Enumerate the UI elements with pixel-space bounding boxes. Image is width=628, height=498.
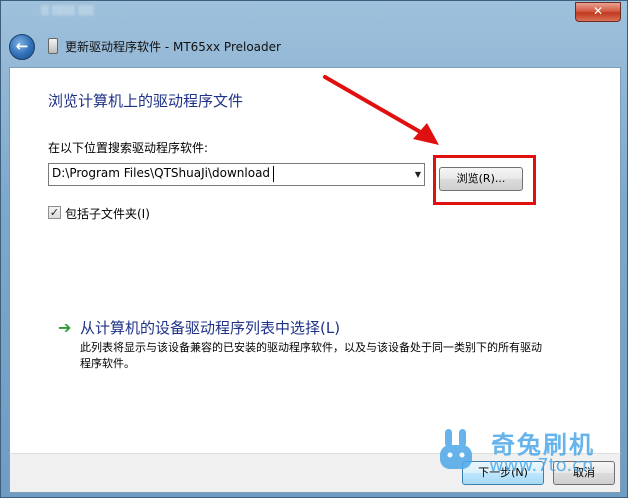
pick-from-list-description: 此列表将显示与该设备兼容的已安装的驱动程序软件，以及与该设备处于同一类别下的所有…	[80, 341, 542, 370]
back-arrow-icon: ←	[15, 37, 29, 55]
include-subfolders-label[interactable]: 包括子文件夹(I)	[65, 205, 150, 222]
green-arrow-icon: ➔	[58, 318, 72, 337]
include-subfolders-checkbox[interactable]: ✓	[48, 206, 61, 219]
chevron-down-icon[interactable]: ▼	[415, 166, 421, 183]
content-pane: 浏览计算机上的驱动程序文件 在以下位置搜索驱动程序软件: D:\Program …	[9, 67, 621, 454]
background-blur: ▇ ▇▇▇ ▇▇	[41, 5, 94, 16]
cancel-button[interactable]: 取消	[553, 461, 615, 485]
next-button[interactable]: 下一步(N)	[462, 461, 544, 485]
close-icon: ✕	[592, 4, 604, 18]
path-combobox[interactable]: D:\Program Files\QTShuaJi\download ▼	[48, 163, 425, 186]
page-heading: 浏览计算机上的驱动程序文件	[48, 92, 244, 110]
close-button[interactable]: ✕	[575, 2, 621, 22]
text-caret	[273, 166, 274, 182]
path-input[interactable]: D:\Program Files\QTShuaJi\download	[52, 166, 270, 180]
window-frame: ▇ ▇▇▇ ▇▇ ✕ ← 更新驱动程序软件 - MT65xx Preloader…	[0, 0, 628, 498]
red-pointer-arrow-icon	[323, 75, 439, 145]
pick-from-list-link[interactable]: 从计算机的设备驱动程序列表中选择(L)	[80, 317, 340, 338]
search-location-label: 在以下位置搜索驱动程序软件:	[48, 141, 209, 155]
highlight-box	[433, 155, 536, 205]
device-icon	[48, 38, 58, 54]
button-bar: 下一步(N) 取消	[9, 453, 621, 493]
window-title: 更新驱动程序软件 - MT65xx Preloader	[65, 40, 281, 54]
back-button[interactable]: ←	[9, 34, 35, 60]
